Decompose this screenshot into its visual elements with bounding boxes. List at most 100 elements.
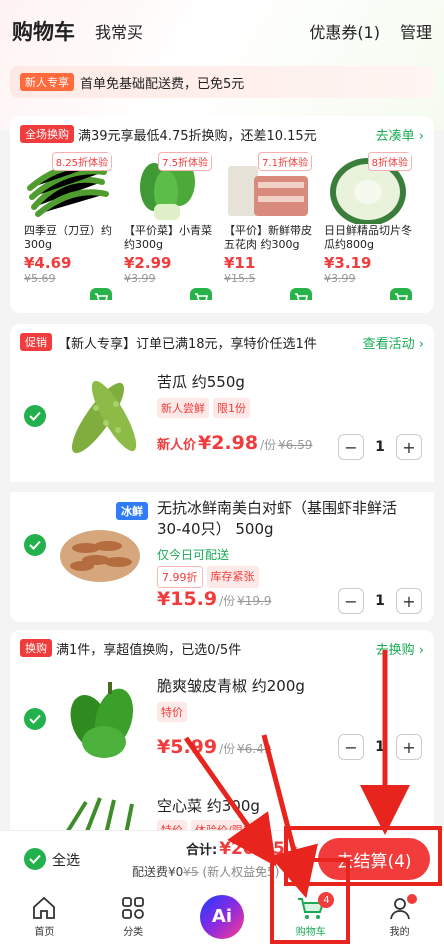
discount-tag: 8折体验	[367, 152, 412, 171]
swap-item-old-price: ¥3.99	[324, 272, 356, 285]
swap-item-price: ¥2.99	[124, 254, 172, 272]
add-to-cart-icon[interactable]	[290, 288, 312, 300]
discount-tag: 7.1折体验	[258, 152, 312, 171]
view-activity-link[interactable]: 查看活动 ›	[363, 333, 424, 352]
item-checkbox[interactable]	[24, 405, 46, 427]
price-prefix: 新人价	[157, 438, 197, 453]
quantity-value: 1	[375, 439, 385, 455]
chilled-badge: 冰鲜	[116, 502, 148, 520]
increase-button[interactable]: +	[396, 434, 422, 460]
select-all-checkbox[interactable]	[24, 848, 46, 870]
cart-item: 脆爽皱皮青椒 约200g 特价 ¥5.99 /份 ¥6.49 − 1 +	[10, 666, 434, 786]
water-spinach-image	[56, 794, 152, 836]
cart-item: 冰鲜 无抗冰鲜南美白对虾（基围虾非鲜活 30-40只） 500g 仅今日可配送 …	[10, 482, 434, 622]
item-tag: 库存紧张	[206, 566, 259, 588]
ai-icon: Ai	[199, 894, 244, 939]
item-name: 苦瓜 约550g	[157, 373, 245, 391]
swap-item[interactable]: 7.5折体验 【平价菜】小青菜 约300g ¥2.99 ¥3.99	[124, 152, 212, 300]
tab-label: 我的	[389, 927, 410, 938]
price-value: ¥15.9	[157, 588, 218, 610]
select-all-label[interactable]: 全选	[52, 850, 80, 870]
tab-category[interactable]: 分类	[89, 886, 178, 947]
swap-text: 满39元享最低4.75折换购，还差10.15元	[78, 128, 317, 144]
bok-choy-image: 7.5折体验	[124, 152, 212, 224]
quantity-stepper: − 1 +	[338, 586, 422, 616]
swap-item[interactable]: 8折体验 日日鲜精品切片冬瓜约800g ¥3.19 ¥3.99	[324, 152, 412, 300]
swap-item[interactable]: 8.25折体验 四季豆（刀豆）约300g ¥4.69 ¥5.69	[24, 152, 112, 300]
item-tag: 限1份	[213, 398, 250, 418]
swap-head: 全场换购 满39元享最低4.75折换购，还差10.15元 去凑单 ›	[10, 116, 434, 152]
item-tag: 特价	[157, 702, 187, 722]
add-to-cart-icon[interactable]	[90, 288, 112, 300]
add-to-cart-icon[interactable]	[190, 288, 212, 300]
newuser-banner: 新人专享 首单免基础配送费，已免5元	[10, 66, 434, 98]
price-unit: /份	[219, 742, 236, 756]
old-price: ¥6.59	[278, 438, 313, 452]
price-unit: /份	[260, 438, 277, 452]
delivery-note: 仅今日可配送	[157, 548, 230, 562]
manage-button[interactable]: 管理	[400, 19, 432, 43]
newuser-tag: 新人专享	[20, 73, 74, 91]
decrease-button[interactable]: −	[338, 734, 364, 760]
item-tags: 特价	[157, 702, 187, 722]
item-tags: 7.99折 库存紧张	[157, 566, 259, 588]
discount-tag: 7.5折体验	[158, 152, 212, 171]
swap-item-old-price: ¥15.5	[224, 272, 256, 285]
decrease-button[interactable]: −	[338, 434, 364, 460]
tab-bar: 首页 分类 Ai 购物车 4 我的	[0, 886, 444, 947]
item-name: 无抗冰鲜南美白对虾（基围虾非鲜活 30-40只） 500g	[157, 499, 398, 538]
swap-item-name: 四季豆（刀豆）约300g	[24, 224, 112, 251]
tab-frequent[interactable]: 我常买	[95, 19, 143, 43]
tab-label: 分类	[123, 927, 144, 938]
promo-tag: 促销	[20, 333, 52, 351]
promo-card: 促销 【新人专享】订单已满18元，享特价任选1件 查看活动 › 苦瓜 约550g…	[10, 324, 434, 622]
add-items-link[interactable]: 去凑单 ›	[376, 125, 424, 144]
item-checkbox[interactable]	[24, 708, 46, 730]
exchange-head: 换购 满1件，享超值换购，已选0/5件 去换购 ›	[10, 630, 434, 666]
add-to-cart-icon[interactable]	[390, 288, 412, 300]
item-tag: 7.99折	[157, 566, 203, 588]
total-value: ¥20.85	[219, 839, 285, 859]
bitter-melon-image	[56, 368, 152, 468]
item-tags: 新人尝鲜 限1份	[157, 398, 250, 418]
item-name: 脆爽皱皮青椒 约200g	[157, 677, 305, 695]
swap-item-old-price: ¥3.99	[124, 272, 156, 285]
swap-item-old-price: ¥5.69	[24, 272, 56, 285]
delivery-label: 配送费¥0	[132, 865, 184, 879]
green-bean-image: 8.25折体验	[24, 152, 112, 224]
coupons-link[interactable]: 优惠券(1)	[309, 19, 380, 43]
highlight-frame-cart	[270, 858, 350, 944]
old-price: ¥6.49	[237, 742, 272, 756]
item-price: ¥15.9 /份 ¥19.9	[157, 588, 272, 610]
banner-text: 首单免基础配送费，已免5元	[80, 76, 245, 92]
swap-item-name: 【平价菜】小青菜 约300g	[124, 224, 212, 251]
swap-item-price: ¥3.19	[324, 254, 372, 272]
tab-label: 首页	[34, 927, 55, 938]
header: 购物车 我常买 优惠券(1) 管理	[0, 0, 444, 62]
green-pepper-image	[56, 672, 152, 772]
item-tag: 新人尝鲜	[157, 398, 209, 418]
tab-mine[interactable]: 我的	[355, 886, 444, 947]
tab-ai[interactable]: Ai	[178, 886, 267, 947]
decrease-button[interactable]: −	[338, 588, 364, 614]
promo-head: 促销 【新人专享】订单已满18元，享特价任选1件 查看活动 ›	[10, 324, 434, 360]
quantity-stepper: − 1 +	[338, 732, 422, 762]
delivery-fee: 配送费¥0¥5 (新人权益免5)	[132, 863, 279, 880]
cart-item: 苦瓜 约550g 新人尝鲜 限1份 新人价 ¥2.98 /份 ¥6.59 − 1…	[10, 360, 434, 476]
delivery-old: ¥5	[183, 865, 199, 879]
item-name: 空心菜 约300g	[157, 797, 260, 815]
increase-button[interactable]: +	[396, 734, 422, 760]
tab-home[interactable]: 首页	[0, 886, 89, 947]
increase-button[interactable]: +	[396, 588, 422, 614]
item-price: 新人价 ¥2.98 /份 ¥6.59	[157, 432, 313, 454]
swap-card: 全场换购 满39元享最低4.75折换购，还差10.15元 去凑单 › 8.25折…	[10, 116, 434, 313]
swap-list: 8.25折体验 四季豆（刀豆）约300g ¥4.69 ¥5.69 7.5折体验 …	[10, 152, 434, 300]
category-icon	[122, 897, 145, 919]
exchange-link[interactable]: 去换购 ›	[376, 639, 424, 658]
pork-belly-image: 7.1折体验	[224, 152, 312, 224]
swap-item[interactable]: 7.1折体验 【平价】新鲜带皮五花肉 约300g ¥11 ¥15.5	[224, 152, 312, 300]
item-price: ¥5.99 /份 ¥6.49	[157, 736, 272, 758]
item-checkbox[interactable]	[24, 534, 46, 556]
price-value: ¥5.99	[157, 736, 218, 758]
swap-item-price: ¥11	[224, 254, 256, 272]
